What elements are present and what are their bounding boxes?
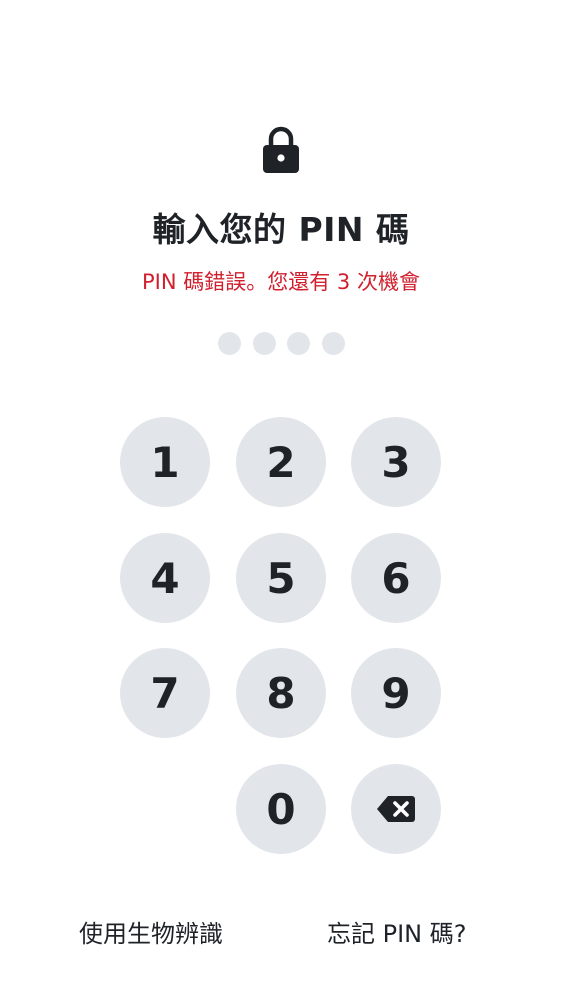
key-label: 0 xyxy=(266,784,296,834)
key-label: 8 xyxy=(266,668,296,718)
page-title: 輸入您的 PIN 碼 xyxy=(152,210,410,249)
key-label: 7 xyxy=(150,668,180,718)
key-8[interactable]: 8 xyxy=(236,648,326,738)
key-3[interactable]: 3 xyxy=(351,417,441,507)
key-4[interactable]: 4 xyxy=(120,533,210,623)
key-0[interactable]: 0 xyxy=(236,764,326,854)
key-7[interactable]: 7 xyxy=(120,648,210,738)
key-label: 5 xyxy=(266,553,296,603)
key-label: 9 xyxy=(381,668,411,718)
key-label: 1 xyxy=(150,437,180,487)
pin-dot xyxy=(218,332,241,355)
backspace-icon xyxy=(377,796,415,822)
use-biometrics-link[interactable]: 使用生物辨識 xyxy=(79,914,223,949)
error-message: PIN 碼錯誤。您還有 3 次機會 xyxy=(142,270,420,294)
backspace-button[interactable] xyxy=(351,764,441,854)
key-6[interactable]: 6 xyxy=(351,533,441,623)
forgot-pin-link[interactable]: 忘記 PIN 碼? xyxy=(327,914,467,949)
pin-dot xyxy=(321,332,345,355)
pin-indicator xyxy=(218,332,345,355)
key-1[interactable]: 1 xyxy=(120,417,210,507)
pin-dot xyxy=(252,332,276,355)
key-2[interactable]: 2 xyxy=(236,417,326,507)
key-9[interactable]: 9 xyxy=(351,648,441,738)
key-label: 2 xyxy=(266,437,296,487)
lock-icon xyxy=(263,126,299,173)
key-label: 4 xyxy=(150,553,180,603)
key-5[interactable]: 5 xyxy=(236,533,326,623)
key-label: 6 xyxy=(381,553,411,603)
pin-dot xyxy=(287,332,310,355)
key-label: 3 xyxy=(381,437,411,487)
